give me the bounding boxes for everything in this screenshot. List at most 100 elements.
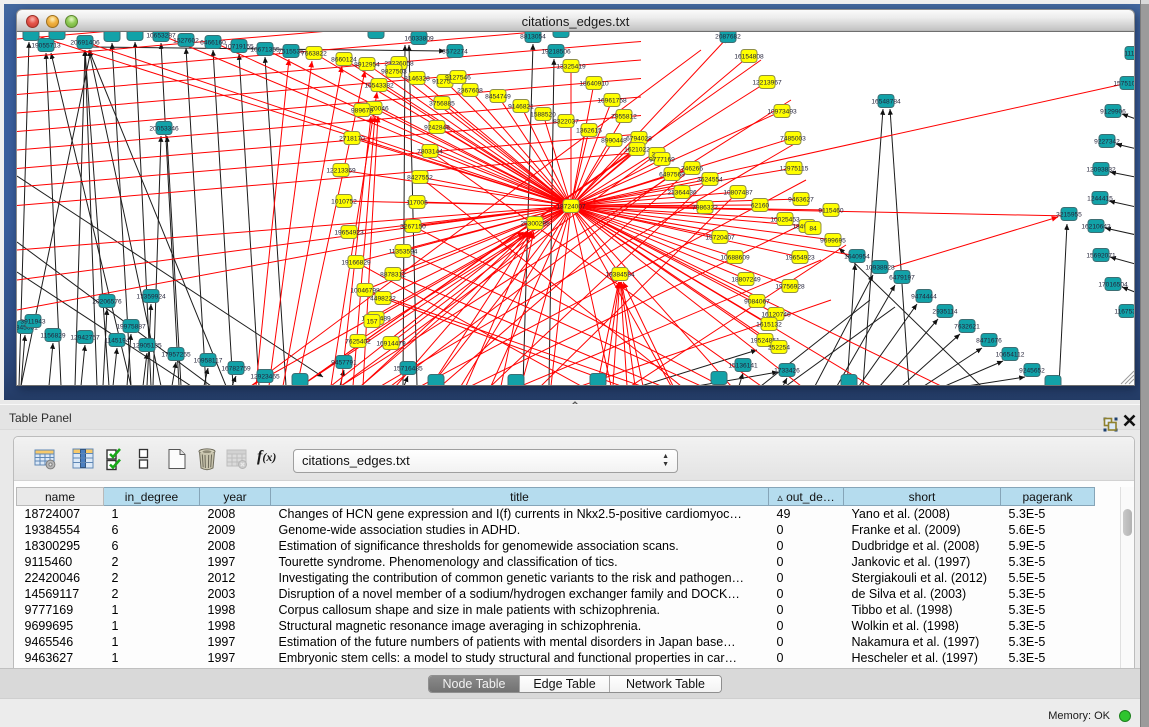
svg-text:7663822: 7663822 [301,50,327,57]
svg-text:15716485: 15716485 [393,365,423,372]
svg-text:989678: 989678 [351,107,373,114]
svg-text:9129906: 9129906 [1100,108,1126,115]
svg-text:9457791: 9457791 [331,359,357,366]
svg-text:19756928: 19756928 [775,283,805,290]
svg-text:10671355: 10671355 [250,46,280,53]
svg-text:8912954: 8912954 [354,61,380,68]
svg-text:7632621: 7632621 [954,323,980,330]
svg-text:13325419: 13325419 [556,63,586,70]
svg-text:12975115: 12975115 [780,165,809,172]
svg-text:10654112: 10654112 [996,351,1025,358]
svg-text:9115460: 9115460 [818,207,844,214]
svg-text:1145194: 1145194 [104,337,130,344]
svg-text:16782759: 16782759 [221,365,251,372]
svg-text:12923465: 12923465 [250,373,280,380]
svg-text:3624554: 3624554 [697,176,723,183]
svg-text:17359924: 17359924 [136,293,166,300]
svg-text:18724007: 18724007 [556,203,586,210]
svg-text:1588520: 1588520 [530,111,556,118]
svg-text:10973493: 10973493 [767,108,797,115]
svg-text:19654923: 19654923 [785,254,815,261]
svg-text:19975887: 19975887 [116,323,146,330]
svg-text:15692071: 15692071 [1086,252,1116,259]
svg-text:3572274: 3572274 [442,48,468,55]
svg-text:1527602: 1527602 [173,37,199,44]
svg-text:16033809: 16033809 [404,35,434,42]
svg-text:8878312: 8878312 [380,271,406,278]
svg-text:7625402: 7625402 [345,338,371,345]
svg-text:252254: 252254 [768,344,790,351]
svg-text:12905135: 12905135 [132,342,162,349]
svg-text:7803144: 7803144 [417,148,443,155]
svg-text:1362615: 1362615 [576,127,602,134]
svg-text:2935114: 2935114 [932,308,958,315]
svg-text:7986322: 7986322 [692,204,718,211]
svg-text:12213967: 12213967 [752,79,782,86]
svg-text:9146821: 9146821 [508,103,534,110]
svg-text:19055713: 19055713 [31,42,61,49]
svg-text:8427552: 8427552 [407,174,433,181]
svg-text:9245652: 9245652 [1019,367,1045,374]
svg-text:18640910: 18640910 [579,80,609,87]
svg-text:12093832: 12093832 [1086,166,1116,173]
svg-text:17016504: 17016504 [1098,281,1128,288]
svg-text:1640954: 1640954 [844,253,870,260]
svg-text:3756885: 3756885 [429,100,455,107]
svg-text:6466160: 6466160 [200,39,226,46]
svg-text:10653287: 10653287 [146,32,176,39]
svg-text:15751074: 15751074 [1113,80,1135,87]
svg-text:10688609: 10688609 [720,254,750,261]
svg-text:15720407: 15720407 [705,234,735,241]
svg-text:117006: 117006 [406,199,428,206]
svg-text:8146328: 8146328 [404,75,430,82]
svg-text:10807487: 10807487 [723,189,753,196]
svg-text:9463627: 9463627 [788,196,814,203]
svg-text:7955812: 7955812 [611,113,637,120]
svg-text:7485003: 7485003 [780,135,806,142]
svg-text:2718170: 2718170 [339,135,365,142]
svg-text:9777169: 9777169 [649,156,675,163]
svg-text:19218506: 19218506 [541,48,571,55]
svg-text:9474444: 9474444 [911,293,937,300]
svg-text:9084067: 9084067 [744,298,770,305]
svg-text:2087682: 2087682 [715,33,741,40]
svg-text:6794028: 6794028 [626,135,652,142]
svg-text:10958117: 10958117 [194,357,223,364]
svg-text:4498222: 4498222 [370,295,396,302]
svg-text:3911943: 3911943 [20,318,46,325]
svg-text:9242848: 9242848 [424,124,450,131]
svg-text:157: 157 [366,318,377,325]
svg-text:1244415: 1244415 [1087,195,1113,202]
svg-text:19654923: 19654923 [334,229,364,236]
svg-text:1156829: 1156829 [40,332,66,339]
svg-text:8322037: 8322037 [553,118,579,125]
svg-text:8813054: 8813054 [520,33,546,40]
svg-text:2367608: 2367608 [457,87,483,94]
svg-text:1615132: 1615132 [756,321,782,328]
svg-text:8471676: 8471676 [976,337,1002,344]
svg-text:1733426: 1733426 [774,367,800,374]
svg-text:21364436: 21364436 [667,189,697,196]
svg-text:12942757: 12942757 [70,334,100,341]
svg-text:17957255: 17957255 [161,351,191,358]
svg-text:1010752: 1010752 [331,198,357,205]
svg-text:62160: 62160 [751,202,770,209]
svg-text:10025453: 10025453 [770,216,800,223]
svg-text:3267150: 3267150 [400,223,426,230]
svg-text:9699695: 9699695 [820,237,846,244]
svg-text:1621022: 1621022 [624,146,650,153]
svg-text:18807249: 18807249 [731,276,761,283]
svg-text:20206576: 20206576 [92,298,122,305]
svg-text:20691406: 20691406 [70,39,100,46]
svg-text:12213369: 12213369 [326,167,356,174]
svg-text:84: 84 [809,225,817,232]
svg-text:9127546: 9127546 [445,74,471,81]
svg-text:9827503: 9827503 [381,68,407,75]
svg-text:16914479: 16914479 [376,340,406,347]
svg-text:20053346: 20053346 [149,125,179,132]
svg-text:16543382: 16543382 [364,82,394,89]
svg-text:16548784: 16548784 [871,98,901,105]
svg-text:6497568: 6497568 [659,171,685,178]
svg-text:11353594: 11353594 [389,248,418,255]
svg-text:19384554: 19384554 [605,271,635,278]
